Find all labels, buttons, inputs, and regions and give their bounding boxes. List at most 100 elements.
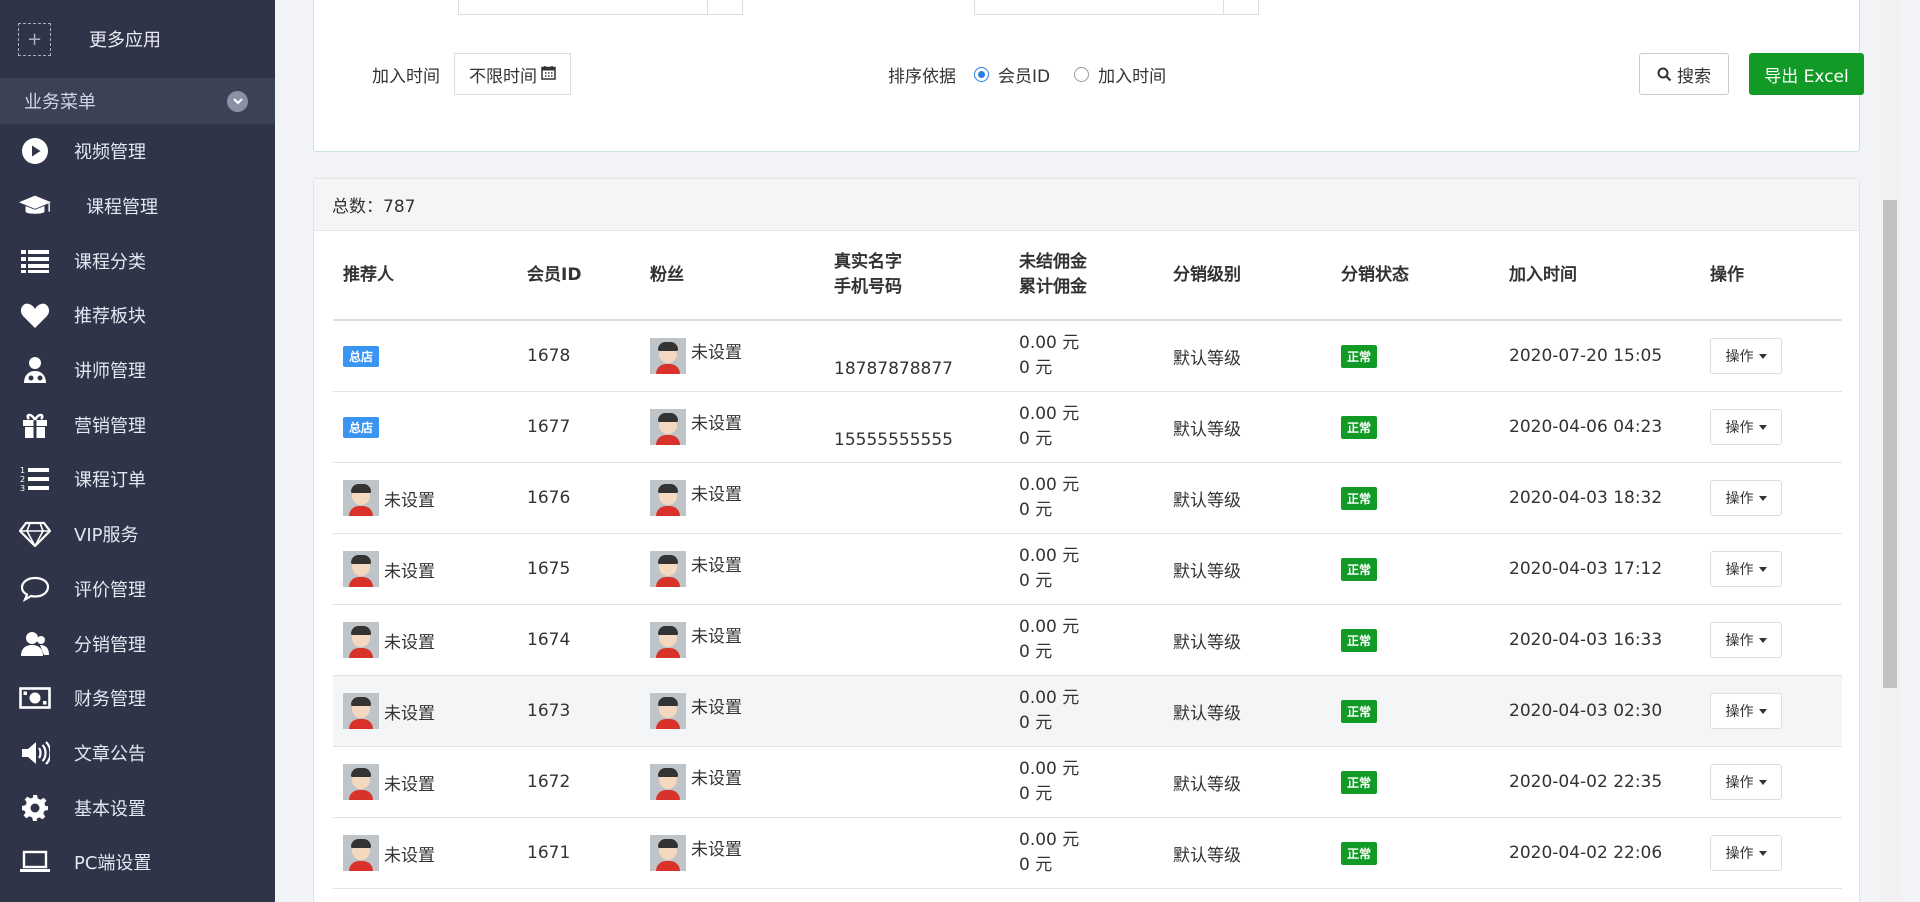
cell-commission: 0.00 元 0 元 [1019,534,1079,604]
graduation-cap-icon [18,189,52,223]
sidebar-item-ordered-list[interactable]: 1 2 3 课程订单 [0,452,275,507]
fan-name: 未设置 [691,840,742,860]
total-commission: 0 元 [1019,358,1053,378]
avatar [343,693,379,729]
sidebar-item-heart[interactable]: 推荐板块 [0,288,275,343]
referrer-name: 未设置 [384,845,435,866]
cell-fan: 未设置 [650,605,742,675]
cell-action: 操作 [1710,321,1782,391]
sidebar-item-label: 营销管理 [74,415,146,437]
total-count-bar: 总数：787 [314,179,1859,231]
avatar [650,693,686,729]
sidebar-item-users[interactable]: 分销管理 [0,616,275,671]
search-icon [1657,67,1672,82]
sidebar-item-volume[interactable]: 文章公告 [0,726,275,781]
cell-level: 默认等级 [1173,490,1241,511]
sidebar: + 更多应用 业务菜单 视频管理 课程管理课程分类推荐板块讲师管理营销管理 1 2 3 课… [0,0,275,902]
action-label: 操作 [1725,491,1754,507]
header-action: 操作 [1710,264,1744,285]
header-phone: 手机号码 [834,277,902,297]
volume-icon [18,736,52,770]
main-content: 加入时间 不限时间 排序依据 会员ID 加入时间 搜索 导出 Excel 总数：… [275,0,1900,902]
export-excel-button[interactable]: 导出 Excel [1749,53,1864,95]
sort-option-label: 加入时间 [1098,66,1167,87]
sort-radio-join-time[interactable]: 加入时间 [1074,62,1166,87]
cell-join-time: 2020-04-03 16:33 [1509,630,1663,650]
avatar [650,409,686,445]
action-label: 操作 [1725,704,1754,720]
business-menu-label: 业务菜单 [24,92,96,113]
page-scrollbar[interactable] [1880,0,1900,902]
sidebar-item-gift[interactable]: 营销管理 [0,397,275,452]
business-menu-toggle[interactable]: 业务菜单 [0,78,275,124]
sidebar-item-teacher[interactable]: 讲师管理 [0,343,275,398]
header-unsettled: 未结佣金 [1019,252,1087,272]
comment-icon [18,572,52,606]
unsettled-commission: 0.00 元 [1019,688,1080,708]
sidebar-item-list[interactable]: 课程分类 [0,233,275,288]
sidebar-item-laptop[interactable]: PC端设置 [0,835,275,890]
scrollbar-thumb[interactable] [1883,200,1897,688]
action-label: 操作 [1725,420,1754,436]
sidebar-item-label: 讲师管理 [74,361,146,383]
cell-name-phone: 18787878877 [834,321,953,391]
action-label: 操作 [1725,562,1754,578]
action-dropdown-button[interactable]: 操作 [1710,338,1782,374]
fan-name: 未设置 [691,627,742,647]
caret-down-icon [1758,850,1767,856]
header-commission: 未结佣金 累计佣金 [1019,231,1087,319]
caret-down-icon [1758,424,1767,430]
table-row: 未设置 1674 未设置 0.00 元 0 元 默认等级 正常 2020-04-03 16:3… [333,605,1842,676]
referrer-name: 未设置 [384,490,435,511]
cell-member-id: 1678 [527,346,571,366]
filter-input-partial[interactable] [458,0,708,15]
sidebar-item-diamond[interactable]: VIP服务 [0,507,275,562]
sidebar-item-label: 课程分类 [74,251,146,273]
cell-join-time: 2020-04-03 02:30 [1509,701,1663,721]
cell-action: 操作 [1710,534,1782,604]
phone-number: 18787878877 [834,359,953,379]
sidebar-item-gear[interactable]: 基本设置 [0,780,275,835]
total-commission: 0 元 [1019,500,1053,520]
filter-input-addon-2[interactable] [1223,0,1259,15]
gift-icon [18,408,52,442]
cell-commission: 0.00 元 0 元 [1019,676,1079,746]
join-time-picker[interactable]: 不限时间 [454,53,571,95]
store-badge: 总店 [343,345,380,367]
status-badge: 正常 [1341,628,1378,652]
cell-join-time: 2020-07-20 15:05 [1509,346,1663,366]
unsettled-commission: 0.00 元 [1019,617,1080,637]
avatar [650,338,686,374]
search-button[interactable]: 搜索 [1639,53,1729,95]
teacher-icon [18,353,52,387]
action-dropdown-button[interactable]: 操作 [1710,409,1782,445]
filter-input-partial-2[interactable] [974,0,1224,15]
action-dropdown-button[interactable]: 操作 [1710,480,1782,516]
sidebar-item-graduation-cap[interactable]: 课程管理 [0,179,275,234]
action-dropdown-button[interactable]: 操作 [1710,551,1782,587]
action-dropdown-button[interactable]: 操作 [1710,835,1782,871]
cell-fan: 未设置 [650,676,742,746]
avatar [650,764,686,800]
join-time-filter: 加入时间 不限时间 [372,53,571,95]
cell-referrer: 总店 [343,321,380,391]
sort-radio-member-id[interactable]: 会员ID [974,62,1050,87]
action-dropdown-button[interactable]: 操作 [1710,622,1782,658]
caret-down-icon [1758,495,1767,501]
more-apps-button[interactable]: + 更多应用 [0,0,275,78]
action-dropdown-button[interactable]: 操作 [1710,764,1782,800]
unsettled-commission: 0.00 元 [1019,546,1080,566]
status-badge: 正常 [1341,486,1378,510]
phone-number: 15555555555 [834,430,953,450]
action-dropdown-button[interactable]: 操作 [1710,693,1782,729]
total-commission: 0 元 [1019,429,1053,449]
sidebar-item-money[interactable]: 财务管理 [0,671,275,726]
header-total-commission: 累计佣金 [1019,277,1087,297]
filter-input-addon[interactable] [707,0,743,15]
sidebar-item-comment[interactable]: 评价管理 [0,562,275,617]
header-join-time: 加入时间 [1509,264,1577,285]
cell-status: 正常 [1341,463,1378,533]
cell-status: 正常 [1341,818,1378,888]
sidebar-item-play[interactable]: 视频管理 [0,124,275,179]
cell-commission: 0.00 元 0 元 [1019,747,1079,817]
